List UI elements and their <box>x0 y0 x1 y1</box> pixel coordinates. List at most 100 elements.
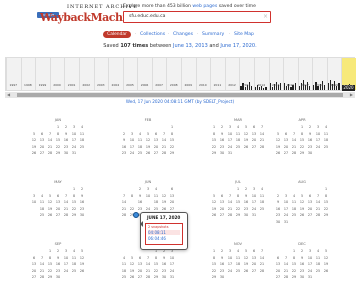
year-label[interactable]: 2013 <box>243 83 251 87</box>
clear-icon[interactable]: × <box>263 13 268 20</box>
calendar-day: 28 <box>63 213 69 217</box>
year-label[interactable]: 2014 <box>257 83 265 87</box>
snapshot-time-link[interactable]: 04:08:11 <box>148 230 180 235</box>
calendar-day: 30 <box>219 151 225 155</box>
month-mar: MAR 1 2 3 4 5 6 7 8 9 10 11 12 13 14 15 16 17 18 19 20 21 22 23… <box>208 118 268 157</box>
snapshot-time-link[interactable]: 06:04:46 <box>148 236 180 241</box>
calendar-day: 28 <box>145 275 151 279</box>
calendar-day: 28 <box>283 275 289 279</box>
calendar-day: 25 <box>235 268 241 273</box>
calendar-day: 25 <box>137 151 143 155</box>
calendar-day: 26 <box>211 213 217 217</box>
year-divider <box>49 58 51 90</box>
month-feb: FEB 1 2 3 4 5 6 7 8 9 10 11 12 13 14 15 16 17 18 19 20 21 22 23… <box>118 118 178 157</box>
calendar-day: 26 <box>79 268 85 273</box>
sparkline-bar <box>313 85 315 90</box>
calendar-day: 28 <box>121 213 127 217</box>
year-label[interactable]: 2004 <box>112 83 120 87</box>
year-label[interactable]: 2018 <box>316 83 324 87</box>
captured-day[interactable]: 5 <box>160 186 168 193</box>
year-label[interactable]: 2003 <box>97 83 105 87</box>
year-label[interactable]: 1997 <box>9 83 17 87</box>
url-search-input[interactable]: sfu.educ.edu.ca × <box>123 11 271 23</box>
calendar-day: 26 <box>31 151 37 155</box>
saved-summary: Saved 107 times between June 13, 2013 an… <box>0 43 360 49</box>
captured-day[interactable]: 1 <box>128 186 136 193</box>
selected-day-marker[interactable] <box>133 212 139 218</box>
year-label[interactable]: 1999 <box>39 83 47 87</box>
calendar-day: 25 <box>323 144 329 149</box>
year-label[interactable]: 2006 <box>141 83 149 87</box>
day-popup: JUNE 17, 2020 2 snapshots 04:08:11 06:04… <box>140 212 188 250</box>
calendar-day: 25 <box>235 144 241 149</box>
saved-count: 107 times <box>120 43 149 49</box>
calendar-day: 29 <box>211 275 217 279</box>
calendar-day: 25 <box>315 268 321 273</box>
captured-day[interactable]: 31 <box>30 218 38 226</box>
year-label[interactable]: 2001 <box>68 83 76 87</box>
capture-info[interactable]: Wed, 17 Jun 2020 04:08:11 GMT (by SDELT_… <box>0 99 360 104</box>
calendar-day: 29 <box>323 213 329 217</box>
current-year-label[interactable]: 2020 <box>342 85 355 91</box>
year-label[interactable]: 2005 <box>126 83 134 87</box>
tab-summary[interactable]: Summary <box>202 32 224 37</box>
calendar-day: 24 <box>129 151 135 155</box>
calendar-day: 30 <box>275 219 281 224</box>
sparkline-bar <box>327 82 330 90</box>
calendar-day: 26 <box>243 268 249 273</box>
year-label[interactable]: 2002 <box>82 83 90 87</box>
calendar-day: 25 <box>71 268 77 273</box>
calendar-day: 24 <box>315 144 321 149</box>
calendar-day: 26 <box>145 151 151 155</box>
wayback-logo[interactable]: WaybackMachine <box>40 10 141 25</box>
year-label[interactable]: 2008 <box>170 83 178 87</box>
month-name: JUN <box>144 180 152 184</box>
calendar-day: 26 <box>275 151 281 155</box>
scrollbar-thumb[interactable] <box>17 93 343 97</box>
sparkline-bar <box>298 86 300 90</box>
calendar-day: 27 <box>219 213 225 217</box>
last-capture-link[interactable]: June 17, 2020. <box>220 43 256 49</box>
web-pages-link[interactable]: web pages <box>192 4 217 9</box>
year-label[interactable]: 2000 <box>53 83 61 87</box>
calendar-day: 31 <box>251 213 257 217</box>
tab-changes[interactable]: Changes <box>173 32 193 37</box>
captured-day[interactable]: 17 <box>144 199 152 206</box>
sparkline-bar <box>284 83 286 90</box>
month-nov: NOV 1 2 3 4 5 6 7 8 9 10 11 12 13 14 15 16 17 18 19 20 21 22 23… <box>208 242 268 281</box>
sparkline-bar <box>250 85 252 90</box>
nav-separator: · <box>168 31 170 37</box>
saved-between: between <box>149 43 172 49</box>
year-label[interactable]: 2010 <box>199 83 207 87</box>
year-label[interactable]: 2016 <box>287 83 295 87</box>
year-label[interactable]: 1998 <box>24 83 32 87</box>
scroll-left-icon[interactable]: ◀ <box>7 92 10 98</box>
year-label[interactable]: 2012 <box>228 83 236 87</box>
saved-and: and <box>209 43 219 49</box>
first-capture-link[interactable]: June 13, 2013 <box>173 43 208 49</box>
calendar-day: 30 <box>219 275 225 279</box>
navigation-bar: Calendar · Collections · Changes · Summa… <box>0 30 360 40</box>
calendar-day: 27 <box>153 151 159 155</box>
year-label[interactable]: 2015 <box>272 83 280 87</box>
year-label[interactable]: 2007 <box>155 83 163 87</box>
scroll-right-icon[interactable]: ▶ <box>350 92 353 98</box>
year-label[interactable]: 2019 <box>330 83 338 87</box>
tab-calendar[interactable]: Calendar <box>103 31 131 38</box>
year-divider <box>122 58 124 90</box>
calendar-day: 29 <box>47 275 53 279</box>
captured-day[interactable]: 15 <box>128 199 136 206</box>
calendar-day: 25 <box>121 275 127 279</box>
month-name: AUG <box>298 180 306 184</box>
tab-site-map[interactable]: Site Map <box>234 32 254 37</box>
sparkline-scrollbar[interactable]: ◀ ▶ <box>5 92 355 98</box>
tab-collections[interactable]: Collections <box>140 32 165 37</box>
year-label[interactable]: 2011 <box>214 83 222 87</box>
capture-sparkline[interactable]: 1997 1998 1999 2000 2001 2002 2003 2004 2005 2006… <box>5 57 356 91</box>
sparkline-bar <box>263 88 265 90</box>
calendar-day: 29 <box>235 213 241 217</box>
year-label[interactable]: 2009 <box>184 83 192 87</box>
url-input-value[interactable]: sfu.educ.edu.ca <box>129 14 165 19</box>
sparkline-bar <box>279 82 282 90</box>
year-label[interactable]: 2017 <box>301 83 309 87</box>
